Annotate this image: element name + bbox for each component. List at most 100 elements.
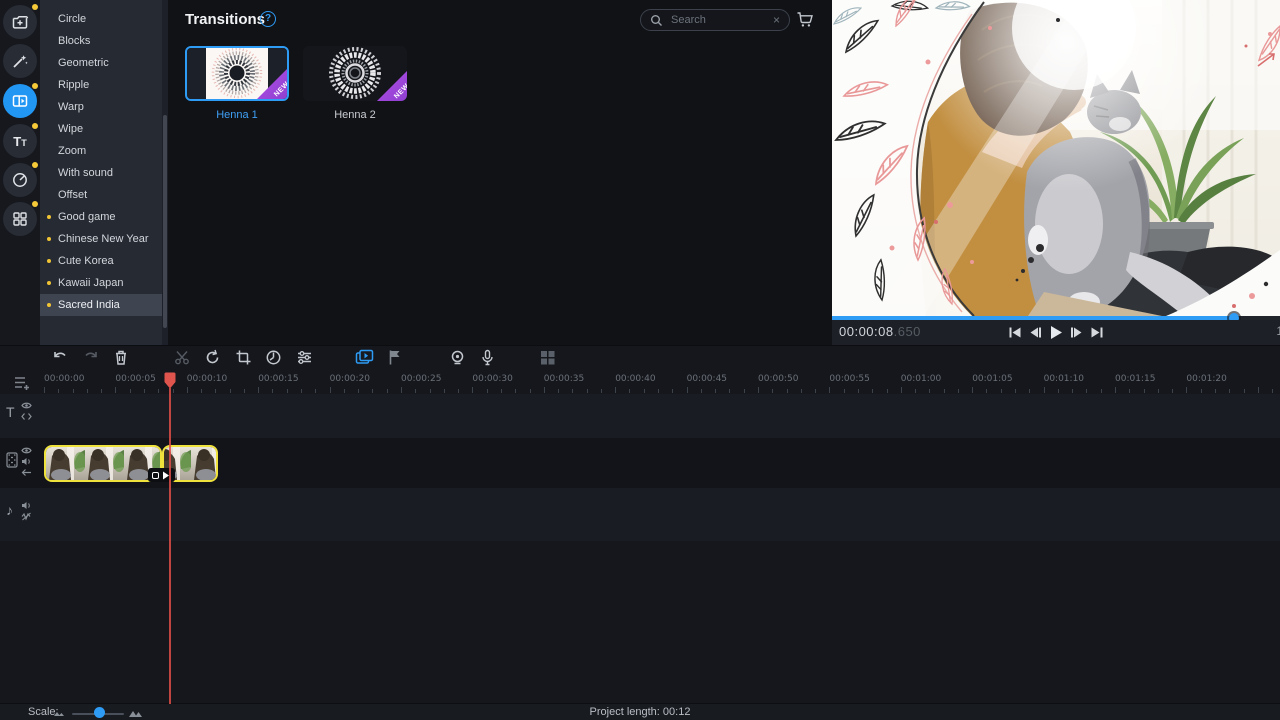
track-visibility-icon[interactable] [21,446,32,455]
search-input[interactable]: Search × [640,9,790,31]
clip-speed-button[interactable] [265,349,282,366]
zoom-in-timeline-icon[interactable] [128,708,143,718]
record-voiceover-button[interactable] [480,349,495,366]
ruler-tick [487,389,488,393]
track-back-arrow-icon[interactable] [21,468,32,477]
audio-track-icon: ♪ [6,502,13,518]
category-item[interactable]: Cute Korea [40,250,168,272]
sidebar-item-stickers[interactable] [3,163,37,197]
sidebar-item-transitions[interactable] [3,84,37,118]
ruler-tick [430,389,431,393]
track-mute-icon[interactable] [21,501,32,510]
ruler-tick [929,389,930,393]
redo-button[interactable] [82,349,99,366]
track-mute-icon[interactable] [21,457,32,466]
category-label: Good game [58,211,115,223]
webcam-capture-button[interactable] [449,349,466,366]
ruler-tick [1072,389,1073,393]
add-marker-button[interactable] [388,349,402,366]
play-button[interactable] [1049,325,1064,340]
ruler-tick [115,387,116,393]
cut-button[interactable] [174,349,191,366]
transition-wizard-button[interactable] [355,349,374,366]
ruler-tick [986,389,987,393]
zoom-out-timeline-icon[interactable] [53,708,65,717]
category-item[interactable]: Ripple [40,74,168,96]
split-screen-button[interactable] [539,349,556,366]
ruler-timecode-label: 00:01:10 [1044,374,1084,384]
sidebar-item-titles[interactable]: TT [3,124,37,158]
ruler-tick [287,389,288,393]
ruler-tick [472,387,473,393]
delete-button[interactable] [113,349,129,366]
ruler-tick [872,389,873,393]
folder-plus-icon [11,13,29,31]
category-item[interactable]: Wipe [40,118,168,140]
sidebar-item-more-tools[interactable] [3,202,37,236]
track-waveform-icon[interactable] [21,512,32,521]
skip-to-end-button[interactable] [1091,326,1104,339]
titles-track-row[interactable] [0,394,1280,438]
rotate-button[interactable] [204,349,221,366]
next-frame-button[interactable] [1071,326,1084,339]
ruler-tick [915,389,916,393]
applied-transition-badge[interactable] [148,468,175,482]
video-track-header [0,438,40,488]
transition-item-henna-2[interactable]: NEW [303,46,407,101]
category-item[interactable]: Good game [40,206,168,228]
category-item[interactable]: Circle [40,8,168,30]
sidebar-item-import-media[interactable] [3,5,37,39]
playhead-handle[interactable] [164,372,176,389]
ruler-tick [101,389,102,393]
category-item[interactable]: Geometric [40,52,168,74]
category-item[interactable]: Offset [40,184,168,206]
ruler-tick [1058,389,1059,393]
video-frame [832,0,1280,316]
timeline-ruler[interactable]: 00:00:0000:00:0500:00:1000:00:1500:00:20… [0,371,1280,394]
track-link-icon[interactable] [21,412,32,421]
ruler-tick [958,389,959,393]
sidebar-item-filters[interactable] [3,44,37,78]
add-track-icon[interactable] [13,375,31,391]
tool-rail: TT [0,0,40,345]
skip-to-start-button[interactable] [1009,326,1022,339]
category-scrollbar[interactable] [162,0,168,345]
video-clip-1[interactable] [44,445,162,482]
transition-item-henna-1[interactable]: NEW [185,46,289,101]
ruler-tick [501,389,502,393]
ruler-tick [1215,389,1216,393]
ruler-timecode-label: 00:01:20 [1186,374,1226,384]
category-item[interactable]: Sacred India [40,294,168,316]
timeline-scale-handle[interactable] [94,707,105,718]
ruler-tick [1115,387,1116,393]
crop-button[interactable] [235,349,252,366]
search-clear-icon[interactable]: × [773,13,780,27]
audio-track-row[interactable] [0,488,1280,541]
clip-thumbnails [46,447,160,480]
ruler-tick [415,389,416,393]
undo-button[interactable] [52,349,69,366]
category-item[interactable]: With sound [40,162,168,184]
ruler-tick [1101,389,1102,393]
previous-frame-button[interactable] [1029,326,1042,339]
category-item[interactable]: Kawaii Japan [40,272,168,294]
category-item[interactable]: Blocks [40,30,168,52]
premium-dot [47,281,51,285]
search-icon [650,14,663,27]
category-item[interactable]: Zoom [40,140,168,162]
help-icon[interactable]: ? [260,11,276,27]
category-item[interactable]: Chinese New Year [40,228,168,250]
new-content-badge [32,83,38,89]
category-scrollbar-thumb[interactable] [163,115,167,328]
ruler-tick [644,389,645,393]
ruler-tick [1158,389,1159,393]
ruler-tick [715,389,716,393]
track-visibility-icon[interactable] [21,401,32,410]
clip-properties-button[interactable] [296,349,313,366]
playhead-line[interactable] [169,388,171,704]
ruler-tick [544,387,545,393]
status-bar: Scale: Project length: 00:12 [0,703,1280,720]
category-item[interactable]: Warp [40,96,168,118]
cart-icon[interactable] [796,11,814,28]
ruler-timecode-label: 00:00:35 [544,374,584,384]
